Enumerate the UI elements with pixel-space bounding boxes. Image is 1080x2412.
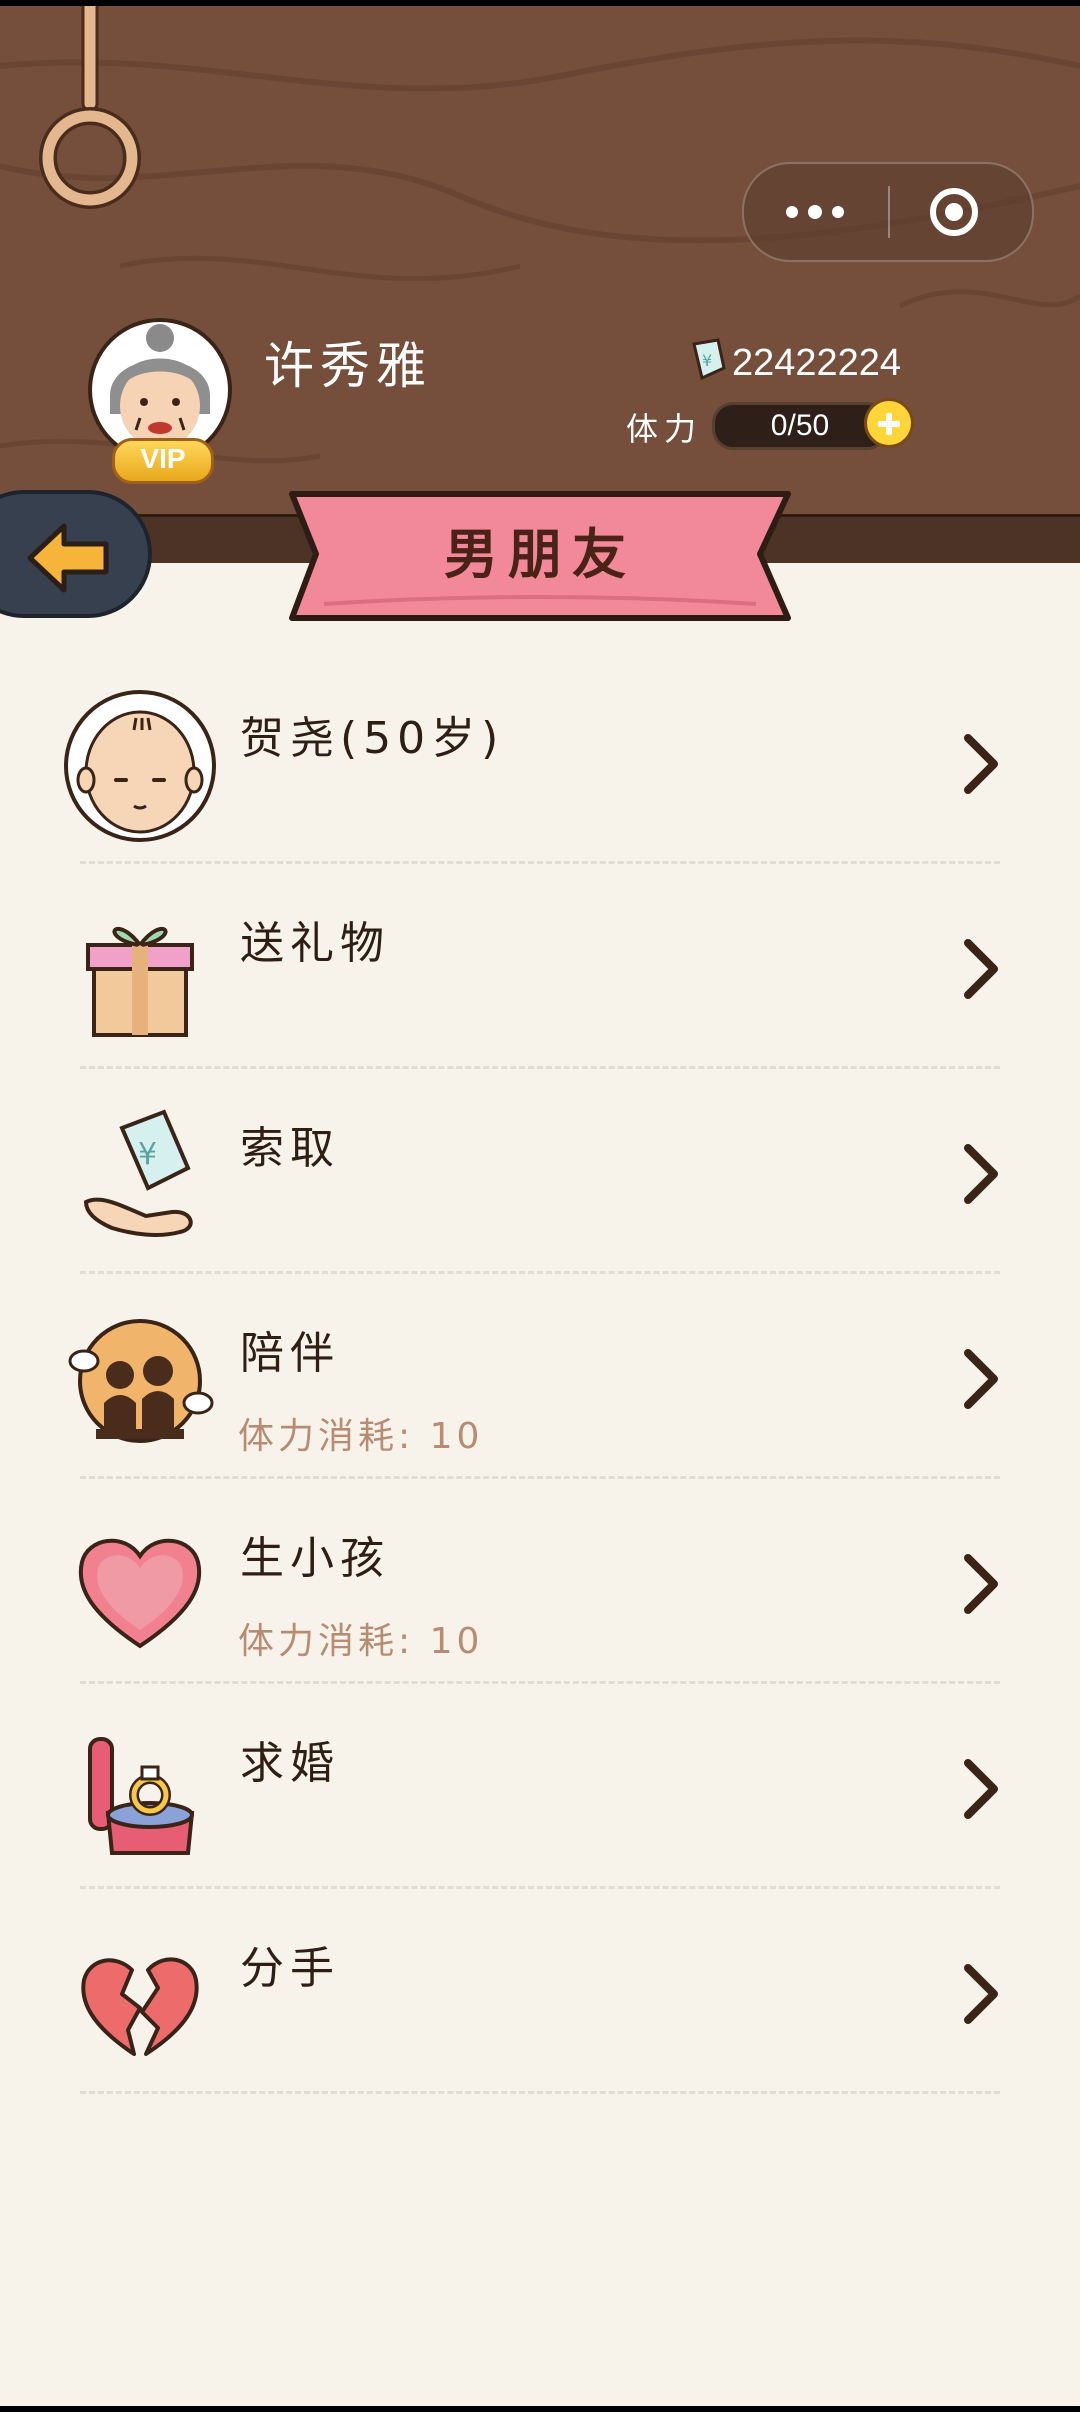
list-item-company[interactable]: 陪伴 体力消耗: 10 — [0, 1273, 1080, 1479]
add-stamina-button[interactable] — [864, 398, 914, 448]
chevron-right-icon — [964, 1349, 998, 1409]
player-name: 许秀雅 — [264, 337, 432, 395]
more-dots-icon[interactable] — [786, 188, 846, 236]
chevron-right-icon — [964, 1554, 998, 1614]
capsule-divider — [888, 186, 890, 238]
gift-box-icon — [86, 926, 194, 1037]
back-arrow-icon — [27, 523, 109, 593]
list-item-propose[interactable]: 求婚 — [0, 1683, 1080, 1889]
rope-ring-icon — [39, 6, 141, 209]
chevron-right-icon — [964, 939, 998, 999]
coin-balance: 22422224 — [732, 342, 902, 384]
screen: VIP 许秀雅 ¥ 22422224 体力 0/50 男朋友 贺尧(50岁) 送… — [0, 6, 1080, 2406]
item-label: 陪伴 — [240, 1328, 340, 1379]
page-title: 男朋友 — [444, 523, 636, 586]
header-wood-panel: VIP 许秀雅 ¥ 22422224 体力 0/50 — [0, 6, 1080, 563]
couple-silhouette-icon — [68, 1319, 214, 1443]
chevron-right-icon — [964, 1144, 998, 1204]
item-label: 贺尧(50岁) — [240, 713, 505, 764]
chevron-right-icon — [964, 1964, 998, 2024]
hand-money-icon: ¥ — [83, 1109, 193, 1237]
item-label: 生小孩 — [240, 1533, 390, 1584]
list-item-breakup[interactable]: 分手 — [0, 1888, 1080, 2094]
bald-man-avatar-icon — [64, 690, 216, 842]
list-item-gift[interactable]: 送礼物 — [0, 863, 1080, 1069]
stamina-label: 体力 — [626, 410, 703, 448]
divider — [80, 2091, 1000, 2094]
ring-box-icon — [88, 1737, 195, 1855]
svg-text:¥: ¥ — [138, 1137, 157, 1172]
list-item-ask[interactable]: ¥ 索取 — [0, 1068, 1080, 1274]
item-label: 索取 — [240, 1123, 340, 1174]
heart-icon — [78, 1538, 202, 1649]
chevron-right-icon — [964, 734, 998, 794]
chevron-right-icon — [964, 1759, 998, 1819]
list-item-boyfriend[interactable]: 贺尧(50岁) — [0, 658, 1080, 864]
list-item-baby[interactable]: 生小孩 体力消耗: 10 — [0, 1478, 1080, 1684]
money-bill-icon: ¥ — [692, 338, 726, 381]
broken-heart-icon — [81, 1957, 199, 2056]
stamina-bar: 0/50 — [712, 402, 888, 450]
target-close-icon[interactable] — [928, 186, 980, 238]
item-subtext: 体力消耗: 10 — [238, 1416, 484, 1457]
mini-program-capsule — [742, 162, 1034, 262]
svg-text:¥: ¥ — [702, 351, 712, 370]
item-label: 分手 — [240, 1943, 340, 1994]
item-label: 求婚 — [240, 1738, 340, 1789]
item-label: 送礼物 — [240, 918, 390, 969]
item-subtext: 体力消耗: 10 — [238, 1621, 484, 1662]
back-button[interactable] — [0, 490, 152, 618]
vip-badge: VIP — [112, 438, 214, 484]
